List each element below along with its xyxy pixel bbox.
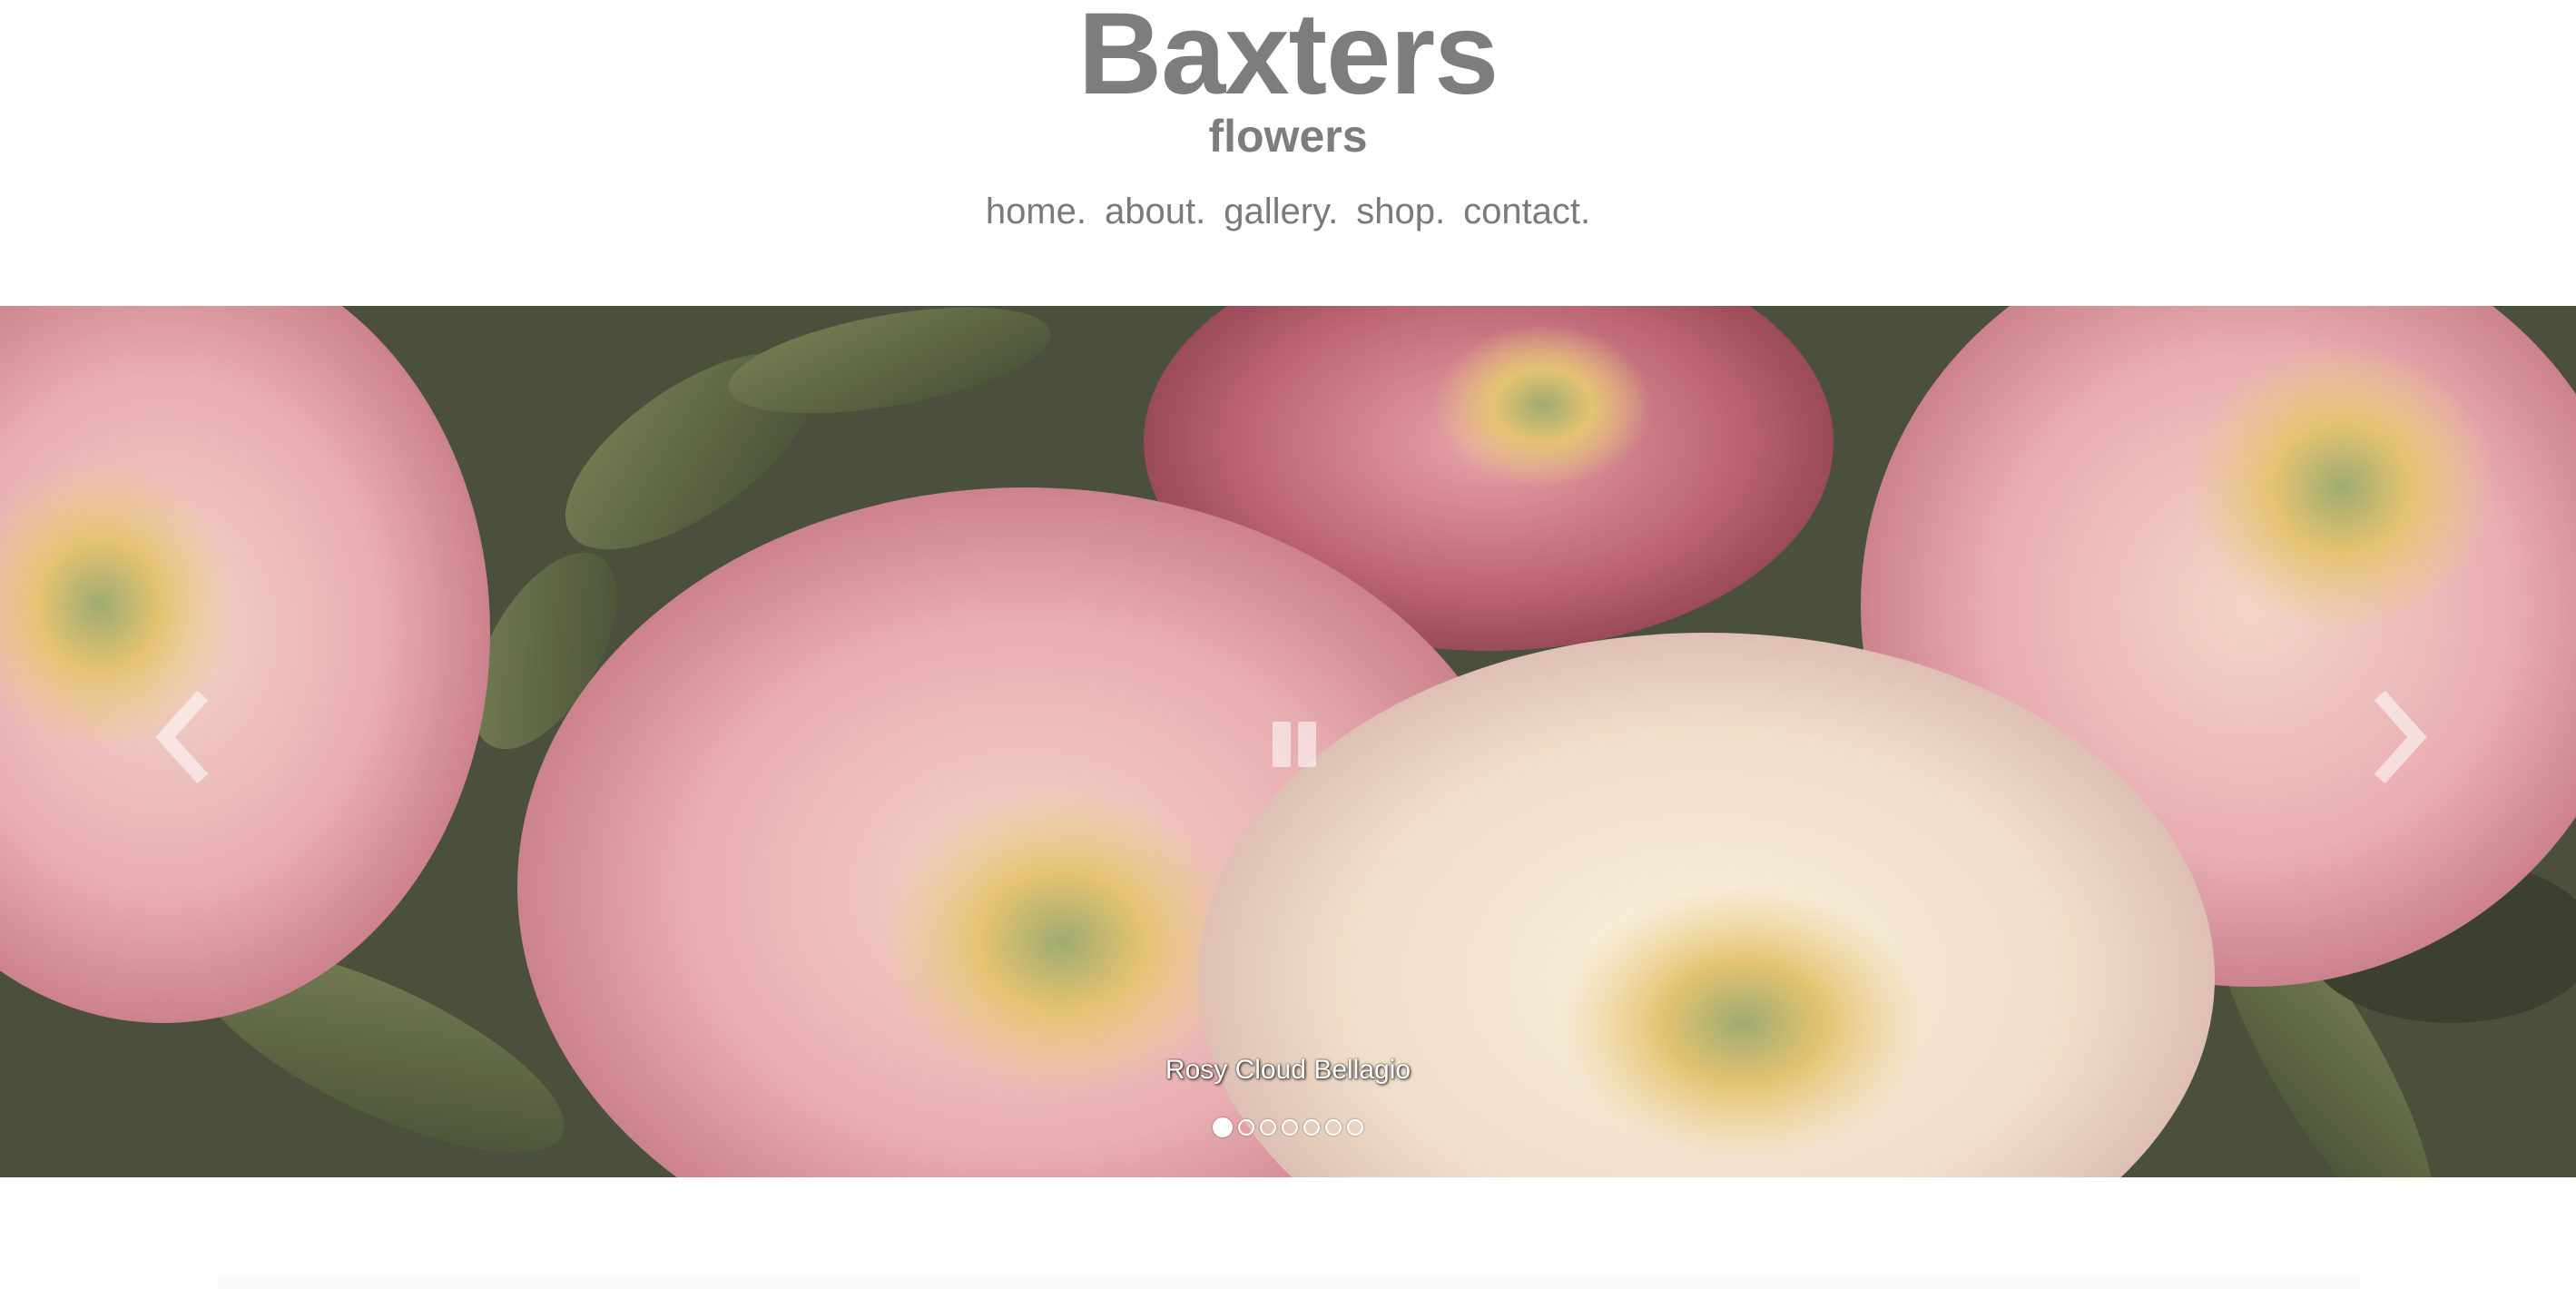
chevron-right-icon (2374, 690, 2427, 784)
slide-dot-7[interactable] (1347, 1119, 1363, 1136)
slide-dot-3[interactable] (1260, 1119, 1276, 1136)
slide-dot-6[interactable] (1325, 1119, 1342, 1136)
hero-slider[interactable]: Rosy Cloud Bellagio (0, 306, 2576, 1177)
slide-dot-1[interactable] (1213, 1117, 1233, 1137)
prev-slide-button[interactable] (145, 687, 218, 787)
slide-caption: Rosy Cloud Bellagio (1165, 1055, 1411, 1085)
main-nav: home. about. gallery. shop. contact. (0, 186, 2576, 237)
pause-button[interactable] (1271, 722, 1320, 767)
site-title[interactable]: Baxters (0, 0, 2576, 118)
nav-shop[interactable]: shop. (1356, 186, 1445, 237)
slide-dot-2[interactable] (1238, 1119, 1254, 1136)
chevron-left-icon (155, 690, 209, 784)
site-subtitle: flowers (1208, 111, 1368, 162)
nav-contact[interactable]: contact. (1463, 186, 1590, 237)
nav-home[interactable]: home. (986, 186, 1086, 237)
pause-icon-bar (1298, 722, 1316, 767)
slide-pagination (0, 1117, 2576, 1137)
next-slide-button[interactable] (2365, 687, 2437, 787)
slide-dot-4[interactable] (1282, 1119, 1298, 1136)
slide-dot-5[interactable] (1303, 1119, 1320, 1136)
site-header: Baxters flowers home. about. gallery. sh… (0, 0, 2576, 306)
nav-about[interactable]: about. (1105, 186, 1205, 237)
nav-gallery[interactable]: gallery. (1224, 186, 1338, 237)
content-divider (218, 1275, 2360, 1289)
pause-icon (1273, 722, 1291, 767)
